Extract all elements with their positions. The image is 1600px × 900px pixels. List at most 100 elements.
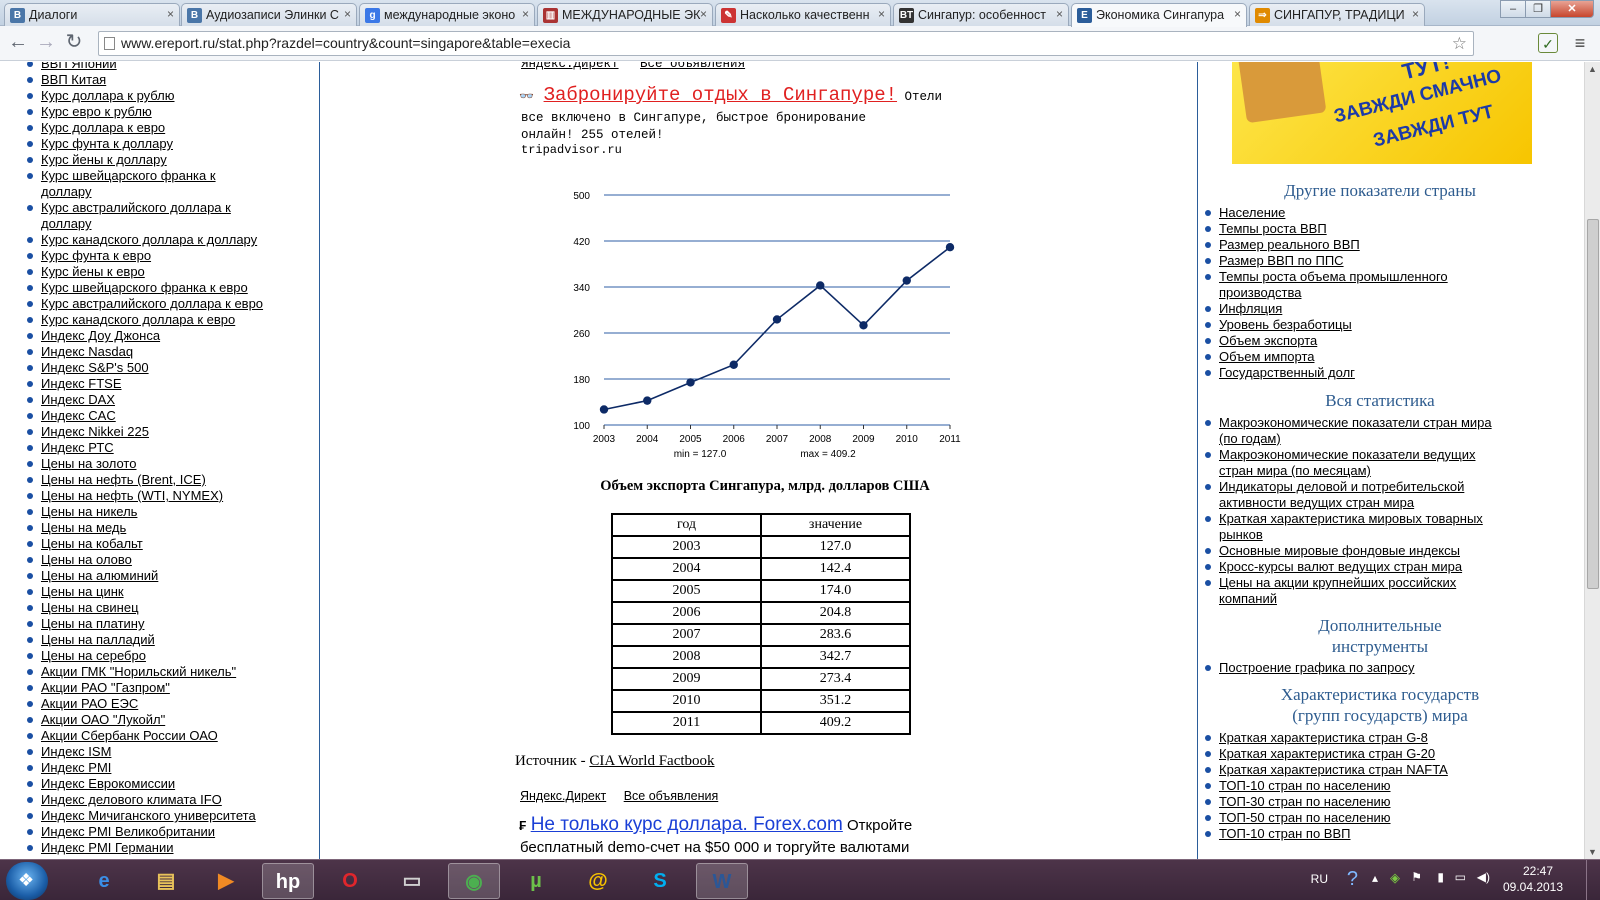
left-nav-link[interactable]: Цены на нефть (WTI, NYMEX) — [41, 488, 223, 503]
show-hidden-icons-icon[interactable]: ▴ — [1372, 871, 1378, 885]
left-nav-link[interactable]: Индекс делового климата IFO — [41, 792, 222, 807]
left-nav-link[interactable]: Акции ГМК "Норильский никель" — [41, 664, 236, 679]
tab-4[interactable]: ▥ МЕЖДУНАРОДНЫЕ ЭК × — [537, 3, 713, 26]
section-link[interactable]: ТОП-30 стран по населению — [1219, 794, 1391, 809]
section-link[interactable]: Уровень безработицы — [1219, 317, 1352, 332]
left-nav-link[interactable]: Индекс Nasdaq — [41, 344, 133, 359]
left-nav-link[interactable]: Индекс DAX — [41, 392, 115, 407]
tab-3[interactable]: g международные эконо × — [359, 3, 535, 26]
left-nav-link[interactable]: Цены на медь — [41, 520, 126, 535]
left-nav-link[interactable]: Цены на палладий — [41, 632, 155, 647]
section-link[interactable]: Размер ВВП по ППС — [1219, 253, 1344, 268]
taskbar-skype-icon[interactable]: S — [634, 863, 686, 899]
left-nav-link[interactable]: Акции РАО "Газпром" — [41, 680, 170, 695]
left-nav-link[interactable]: доллару — [41, 184, 92, 199]
wrench-menu-icon[interactable]: ≡ — [1570, 33, 1590, 53]
left-nav-link[interactable]: Курс австралийского доллара к — [41, 200, 231, 215]
taskbar-media-player-icon[interactable]: ▶ — [200, 863, 252, 899]
left-nav-link[interactable]: Индекс CAC — [41, 408, 116, 423]
close-window-button[interactable]: ✕ — [1550, 0, 1594, 18]
section-link[interactable]: Краткая характеристика мировых товарных — [1219, 511, 1483, 526]
left-nav-link[interactable]: Курс швейцарского франка к евро — [41, 280, 248, 295]
section-link[interactable]: Темпы роста объема промышленного — [1219, 269, 1448, 284]
left-nav-link[interactable]: Цены на нефть (Brent, ICE) — [41, 472, 206, 487]
ad-title-link[interactable]: Забронируйте отдых в Сингапуре! — [544, 84, 897, 106]
left-nav-link[interactable]: Курс йены к доллару — [41, 152, 167, 167]
left-nav-link[interactable]: Цены на кобальт — [41, 536, 143, 551]
clock-date[interactable]: 09.04.2013 — [1498, 880, 1568, 894]
left-nav-link[interactable]: Цены на свинец — [41, 600, 139, 615]
left-nav-link[interactable]: Индекс PMI — [41, 760, 111, 775]
left-nav-link[interactable]: Курс швейцарского франка к — [41, 168, 216, 183]
close-tab-icon[interactable]: × — [522, 7, 529, 21]
section-link[interactable]: компаний — [1219, 591, 1277, 606]
tab-5[interactable]: ✎ Насколько качественн × — [715, 3, 891, 26]
section-link[interactable]: Население — [1219, 205, 1285, 220]
battery-icon[interactable]: ▭ — [1455, 870, 1466, 884]
forward-button[interactable]: → — [34, 31, 58, 55]
left-nav-link[interactable]: Курс канадского доллара к доллару — [41, 232, 257, 247]
section-link[interactable]: Индикаторы деловой и потребительской — [1219, 479, 1464, 494]
help-icon[interactable]: ? — [1347, 868, 1358, 891]
left-nav-link[interactable]: Курс фунта к евро — [41, 248, 151, 263]
left-nav-link[interactable]: Индекс ISM — [41, 744, 111, 759]
taskbar-mail-agent-icon[interactable]: @ — [572, 863, 624, 899]
maximize-button[interactable]: ❐ — [1525, 0, 1551, 18]
left-nav-link[interactable]: ВВП Японии — [41, 62, 117, 71]
left-nav-link[interactable]: Индекс Еврокомиссии — [41, 776, 175, 791]
close-tab-icon[interactable]: × — [1056, 7, 1063, 21]
close-tab-icon[interactable]: × — [1412, 7, 1419, 21]
left-nav-link[interactable]: Цены на олово — [41, 552, 132, 567]
section-link[interactable]: ТОП-10 стран по населению — [1219, 778, 1391, 793]
section-link[interactable]: Макроэкономические показатели стран мира — [1219, 415, 1492, 430]
left-nav-link[interactable]: Цены на серебро — [41, 648, 146, 663]
section-link[interactable]: Краткая характеристика стран NAFTA — [1219, 762, 1448, 777]
yandex-direct-link[interactable]: Яндекс.Директ — [521, 62, 619, 71]
volume-icon[interactable]: ◀) — [1477, 870, 1490, 884]
section-link[interactable]: Инфляция — [1219, 301, 1282, 316]
close-tab-icon[interactable]: × — [167, 7, 174, 21]
left-nav-link[interactable]: Индекс S&P's 500 — [41, 360, 149, 375]
left-nav-link[interactable]: Курс йены к евро — [41, 264, 145, 279]
section-link[interactable]: (по годам) — [1219, 431, 1281, 446]
all-ads-link[interactable]: Все объявления — [640, 62, 745, 71]
close-tab-icon[interactable]: × — [344, 7, 351, 21]
left-nav-link[interactable]: Курс канадского доллара к евро — [41, 312, 235, 327]
taskbar-chrome-icon[interactable]: ◉ — [448, 863, 500, 899]
taskbar-hp-icon[interactable]: hp — [262, 863, 314, 899]
bookmark-star-icon[interactable]: ☆ — [1452, 32, 1467, 55]
start-button[interactable]: ❖ — [6, 862, 48, 900]
section-link[interactable]: рынков — [1219, 527, 1263, 542]
section-link[interactable]: Кросс-курсы валют ведущих стран мира — [1219, 559, 1462, 574]
tab-8[interactable]: ⇒ СИНГАПУР, ТРАДИЦИ × — [1249, 3, 1425, 26]
left-nav-link[interactable]: Цены на платину — [41, 616, 144, 631]
left-nav-link[interactable]: Курс доллара к евро — [41, 120, 165, 135]
reload-button[interactable]: ↻ — [62, 31, 86, 55]
left-nav-link[interactable]: доллару — [41, 216, 92, 231]
scroll-up-icon[interactable]: ▲ — [1588, 64, 1597, 74]
tab-2[interactable]: B Аудиозаписи Элинки С × — [181, 3, 357, 26]
left-nav-link[interactable]: Индекс FTSE — [41, 376, 122, 391]
back-button[interactable]: ← — [6, 31, 30, 55]
section-link[interactable]: Краткая характеристика стран G-20 — [1219, 746, 1435, 761]
left-nav-link[interactable]: Курс фунта к доллару — [41, 136, 173, 151]
left-nav-link[interactable]: Индекс Мичиганского университета — [41, 808, 256, 823]
close-tab-icon[interactable]: × — [1234, 7, 1241, 21]
left-nav-link[interactable]: Индекс РТС — [41, 440, 114, 455]
left-nav-link[interactable]: Акции РАО ЕЭС — [41, 696, 138, 711]
scroll-thumb[interactable] — [1587, 219, 1599, 589]
left-nav-link[interactable]: Цены на цинк — [41, 584, 124, 599]
taskbar-explorer-icon[interactable]: ▤ — [140, 863, 192, 899]
section-link[interactable]: Темпы роста ВВП — [1219, 221, 1327, 236]
tab-6[interactable]: BT Сингапур: особенност × — [893, 3, 1069, 26]
left-nav-link[interactable]: ВВП Китая — [41, 72, 106, 87]
minimize-button[interactable]: – — [1500, 0, 1526, 18]
left-nav-link[interactable]: Акции Сбербанк России ОАО — [41, 728, 218, 743]
cia-factbook-link[interactable]: CIA World Factbook — [589, 753, 714, 769]
left-nav-link[interactable]: Индекс Доу Джонса — [41, 328, 160, 343]
left-nav-link[interactable]: Акции ОАО "Лукойл" — [41, 712, 165, 727]
tab-7[interactable]: E Экономика Сингапура × — [1071, 3, 1247, 27]
left-nav-link[interactable]: Цены на алюминий — [41, 568, 158, 583]
left-nav-link[interactable]: Цены на золото — [41, 456, 136, 471]
ad-title-link[interactable]: Не только курс доллара. Forex.com — [531, 814, 843, 835]
